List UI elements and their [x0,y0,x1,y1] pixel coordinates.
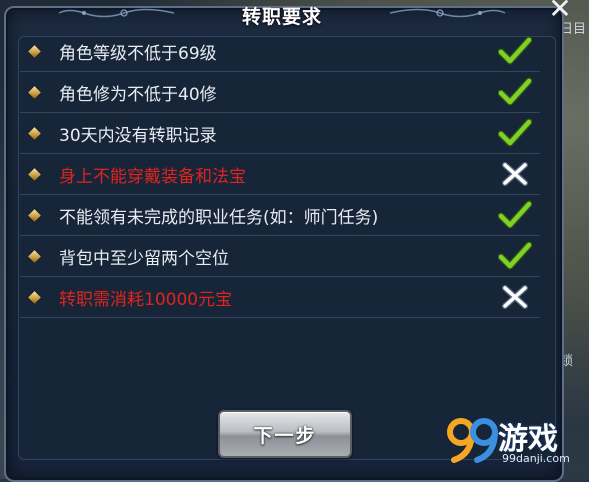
bullet-diamond-icon [28,168,41,181]
requirement-text: 角色修为不低于40修 [59,85,217,105]
requirement-text: 转职需消耗10000元宝 [59,290,233,310]
next-step-label: 下一步 [253,424,317,447]
requirement-row-bag-space: 背包中至少留两个空位 [20,237,540,277]
close-icon[interactable]: ✕ [540,0,580,24]
requirement-text: 不能领有未完成的职业任务(如：师门任务) [59,208,379,228]
check-icon [498,77,532,106]
requirement-row-tasks: 不能领有未完成的职业任务(如：师门任务) [20,196,540,236]
logo-99-icon [447,418,498,463]
watermark-url: 99danji.com [502,452,570,465]
check-icon [498,118,532,147]
bullet-diamond-icon [28,86,41,99]
check-icon [498,36,532,65]
bullet-diamond-icon [28,209,41,222]
title-ornament-right-icon [390,8,506,18]
dialog-title-bar: 转职要求 [4,0,560,30]
title-ornament-left-icon [58,8,174,18]
requirement-row-cost: 转职需消耗10000元宝 [20,278,540,318]
requirement-text: 背包中至少留两个空位 [59,249,229,269]
next-step-button[interactable]: 下一步 [218,410,352,458]
side-lower-text: 锁 [560,354,574,369]
bullet-diamond-icon [28,127,41,140]
cross-icon [502,285,528,309]
requirement-row-cultivation: 角色修为不低于40修 [20,73,540,113]
requirement-row-level: 角色等级不低于69级 [20,32,540,72]
cross-icon [502,162,528,186]
check-icon [498,241,532,270]
requirements-list: 角色等级不低于69级 角色修为不低于40修 30天内没有转职记录 身上不能穿戴装… [20,32,540,319]
site-watermark: 游戏 99danji.com [446,414,586,474]
requirement-row-equipment: 身上不能穿戴装备和法宝 [20,155,540,195]
requirement-text: 身上不能穿戴装备和法宝 [59,167,246,187]
bullet-diamond-icon [28,250,41,263]
bullet-diamond-icon [28,291,41,304]
bullet-diamond-icon [28,45,41,58]
dialog-title: 转职要求 [241,5,322,28]
requirement-text: 30天内没有转职记录 [59,126,217,146]
requirement-row-recent-change: 30天内没有转职记录 [20,114,540,154]
check-icon [498,200,532,229]
requirement-text: 角色等级不低于69级 [59,44,217,64]
